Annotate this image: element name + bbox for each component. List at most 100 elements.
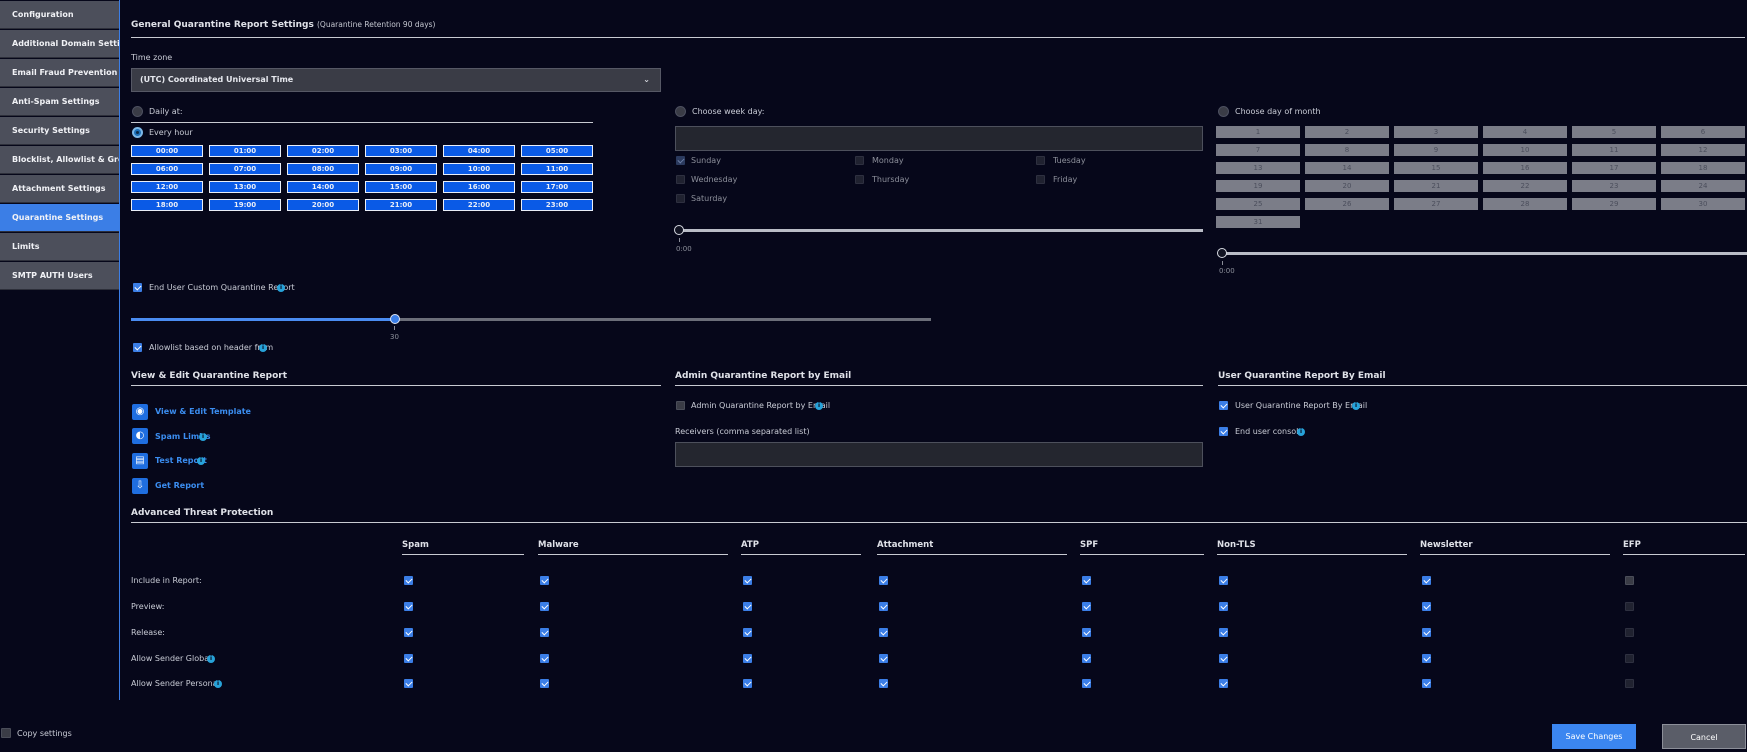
atp-checkbox[interactable] bbox=[404, 654, 413, 663]
month-day-button[interactable]: 13 bbox=[1216, 162, 1300, 174]
info-icon[interactable]: i bbox=[1352, 402, 1360, 410]
week-time-slider-track[interactable] bbox=[676, 229, 1203, 232]
week-day-radio[interactable] bbox=[675, 106, 686, 117]
hour-button[interactable]: 00:00 bbox=[131, 145, 203, 157]
month-day-button[interactable]: 8 bbox=[1305, 144, 1389, 156]
daily-radio[interactable] bbox=[132, 106, 143, 117]
hour-button[interactable]: 10:00 bbox=[443, 163, 515, 175]
atp-checkbox[interactable] bbox=[743, 679, 752, 688]
hour-button[interactable]: 17:00 bbox=[521, 181, 593, 193]
month-day-button[interactable]: 6 bbox=[1661, 126, 1745, 138]
month-day-button[interactable]: 10 bbox=[1483, 144, 1567, 156]
atp-checkbox[interactable] bbox=[404, 679, 413, 688]
month-day-button[interactable]: 11 bbox=[1572, 144, 1656, 156]
month-day-button[interactable]: 4 bbox=[1483, 126, 1567, 138]
hour-button[interactable]: 08:00 bbox=[287, 163, 359, 175]
sidebar-item-security-settings[interactable]: Security Settings bbox=[0, 117, 119, 145]
sidebar-item-smtp-auth-users[interactable]: SMTP AUTH Users bbox=[0, 262, 119, 290]
get-report-link[interactable]: Get Report bbox=[155, 481, 204, 490]
sidebar-item-configuration[interactable]: Configuration bbox=[0, 1, 119, 29]
month-day-button[interactable]: 7 bbox=[1216, 144, 1300, 156]
hour-button[interactable]: 15:00 bbox=[365, 181, 437, 193]
download-icon[interactable]: ⇩ bbox=[132, 478, 148, 494]
cancel-button[interactable]: Cancel bbox=[1662, 724, 1746, 749]
atp-checkbox[interactable] bbox=[1219, 679, 1228, 688]
user-report-checkbox[interactable] bbox=[1219, 401, 1228, 410]
info-icon[interactable]: i bbox=[277, 284, 285, 292]
atp-checkbox[interactable] bbox=[1625, 654, 1634, 663]
hour-button[interactable]: 13:00 bbox=[209, 181, 281, 193]
document-icon[interactable]: ▤ bbox=[132, 453, 148, 469]
sidebar-item-email-fraud-prevention[interactable]: Email Fraud Prevention bbox=[0, 59, 119, 87]
eye-icon[interactable]: ◉ bbox=[132, 404, 148, 420]
info-icon[interactable]: i bbox=[199, 433, 207, 441]
atp-checkbox[interactable] bbox=[879, 602, 888, 611]
atp-checkbox[interactable] bbox=[1625, 576, 1634, 585]
hour-button[interactable]: 18:00 bbox=[131, 199, 203, 211]
atp-checkbox[interactable] bbox=[540, 679, 549, 688]
week-day-field[interactable] bbox=[675, 126, 1203, 151]
receivers-input[interactable] bbox=[675, 442, 1203, 467]
atp-checkbox[interactable] bbox=[1082, 679, 1091, 688]
month-day-button[interactable]: 21 bbox=[1394, 180, 1478, 192]
atp-checkbox[interactable] bbox=[1219, 576, 1228, 585]
sidebar-item-attachment-settings[interactable]: Attachment Settings bbox=[0, 175, 119, 203]
month-day-button[interactable]: 30 bbox=[1661, 198, 1745, 210]
month-day-button[interactable]: 14 bbox=[1305, 162, 1389, 174]
hour-button[interactable]: 14:00 bbox=[287, 181, 359, 193]
every-hour-radio[interactable] bbox=[132, 127, 143, 138]
weekday-checkbox-friday[interactable] bbox=[1036, 175, 1045, 184]
hour-button[interactable]: 19:00 bbox=[209, 199, 281, 211]
sidebar-item-additional-domain-settings[interactable]: Additional Domain Settings bbox=[0, 30, 119, 58]
atp-checkbox[interactable] bbox=[1625, 679, 1634, 688]
sidebar-item-quarantine-settings[interactable]: Quarantine Settings bbox=[0, 204, 119, 232]
hour-button[interactable]: 09:00 bbox=[365, 163, 437, 175]
week-time-slider-handle[interactable] bbox=[674, 225, 684, 235]
hour-button[interactable]: 01:00 bbox=[209, 145, 281, 157]
month-day-button[interactable]: 15 bbox=[1394, 162, 1478, 174]
weekday-checkbox-wednesday[interactable] bbox=[676, 175, 685, 184]
timezone-select[interactable]: (UTC) Coordinated Universal Time ⌄ bbox=[131, 68, 661, 92]
atp-checkbox[interactable] bbox=[1422, 654, 1431, 663]
month-day-button[interactable]: 18 bbox=[1661, 162, 1745, 174]
atp-checkbox[interactable] bbox=[1082, 654, 1091, 663]
atp-checkbox[interactable] bbox=[879, 628, 888, 637]
atp-checkbox[interactable] bbox=[540, 576, 549, 585]
info-icon[interactable]: i bbox=[214, 680, 222, 688]
hour-button[interactable]: 21:00 bbox=[365, 199, 437, 211]
month-day-radio[interactable] bbox=[1218, 106, 1229, 117]
month-day-button[interactable]: 3 bbox=[1394, 126, 1478, 138]
hour-button[interactable]: 07:00 bbox=[209, 163, 281, 175]
info-icon[interactable]: i bbox=[197, 457, 205, 465]
end-user-custom-report-checkbox[interactable] bbox=[133, 283, 142, 292]
report-slider-handle[interactable] bbox=[390, 314, 400, 324]
atp-checkbox[interactable] bbox=[1422, 602, 1431, 611]
atp-checkbox[interactable] bbox=[1219, 628, 1228, 637]
gauge-icon[interactable]: ◐ bbox=[132, 428, 148, 444]
save-changes-button[interactable]: Save Changes bbox=[1552, 724, 1636, 749]
month-time-slider-track[interactable] bbox=[1220, 252, 1747, 255]
month-day-button[interactable]: 1 bbox=[1216, 126, 1300, 138]
weekday-checkbox-tuesday[interactable] bbox=[1036, 156, 1045, 165]
end-user-console-checkbox[interactable] bbox=[1219, 427, 1228, 436]
hour-button[interactable]: 02:00 bbox=[287, 145, 359, 157]
month-day-button[interactable]: 25 bbox=[1216, 198, 1300, 210]
allowlist-header-from-checkbox[interactable] bbox=[133, 343, 142, 352]
month-day-button[interactable]: 31 bbox=[1216, 216, 1300, 228]
month-day-button[interactable]: 27 bbox=[1394, 198, 1478, 210]
hour-button[interactable]: 11:00 bbox=[521, 163, 593, 175]
weekday-checkbox-monday[interactable] bbox=[855, 156, 864, 165]
month-day-button[interactable]: 17 bbox=[1572, 162, 1656, 174]
atp-checkbox[interactable] bbox=[1625, 628, 1634, 637]
hour-button[interactable]: 12:00 bbox=[131, 181, 203, 193]
weekday-checkbox-saturday[interactable] bbox=[676, 194, 685, 203]
month-day-button[interactable]: 24 bbox=[1661, 180, 1745, 192]
month-day-button[interactable]: 9 bbox=[1394, 144, 1478, 156]
atp-checkbox[interactable] bbox=[1422, 679, 1431, 688]
atp-checkbox[interactable] bbox=[1219, 602, 1228, 611]
hour-button[interactable]: 23:00 bbox=[521, 199, 593, 211]
atp-checkbox[interactable] bbox=[1625, 602, 1634, 611]
sidebar-item-blocklist-allowlist-greylist[interactable]: Blocklist, Allowlist & Greylist bbox=[0, 146, 119, 174]
hour-button[interactable]: 06:00 bbox=[131, 163, 203, 175]
atp-checkbox[interactable] bbox=[1219, 654, 1228, 663]
